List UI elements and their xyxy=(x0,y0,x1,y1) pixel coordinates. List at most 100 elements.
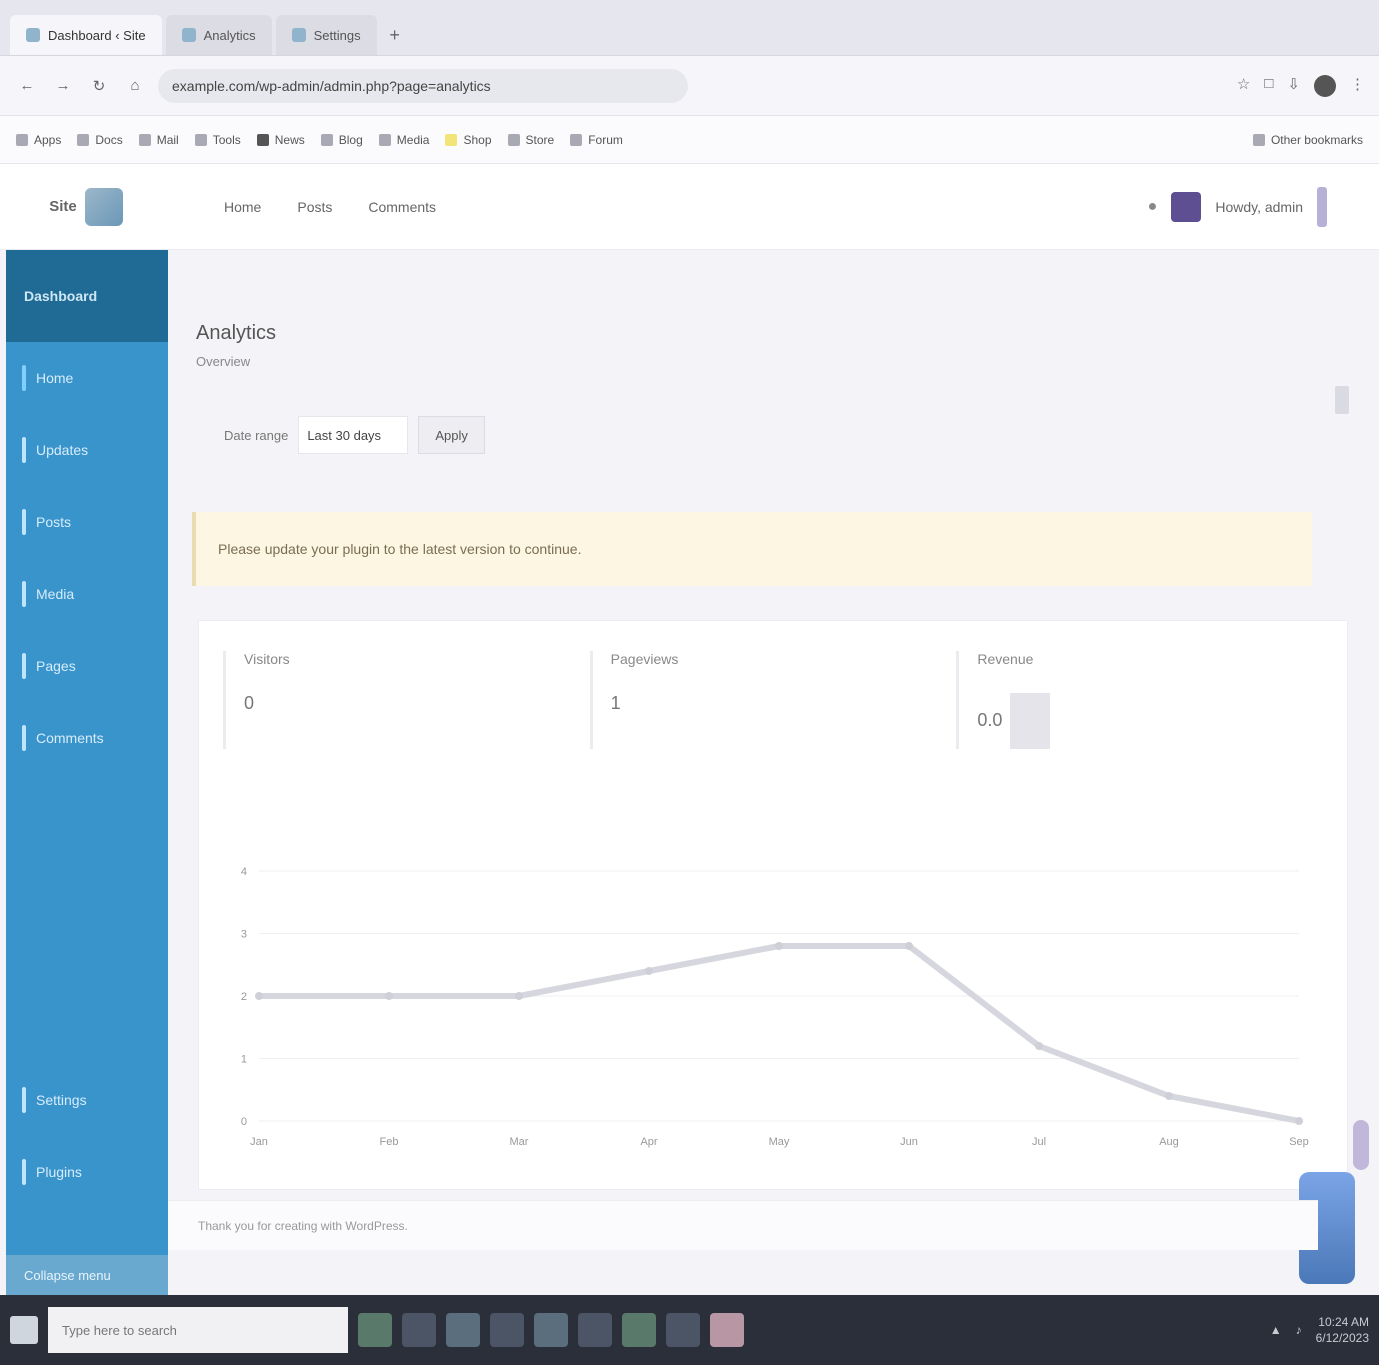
data-point[interactable] xyxy=(515,992,523,1000)
bookmarks-bar: Apps Docs Mail Tools News Blog Media Sho… xyxy=(0,116,1379,164)
avatar[interactable] xyxy=(1171,191,1202,222)
menu-marker-icon xyxy=(22,581,26,607)
bookmark-folder[interactable]: Other bookmarks xyxy=(1252,133,1363,147)
site-name: Site xyxy=(49,198,77,215)
notification-bell-icon[interactable]: ● xyxy=(1148,198,1158,216)
taskbar-app-icon[interactable] xyxy=(534,1313,568,1347)
x-tick-label: Aug xyxy=(1159,1136,1179,1148)
top-nav-comments[interactable]: Comments xyxy=(368,199,436,215)
bookmark-icon xyxy=(320,133,333,146)
stat-label: Visitors xyxy=(244,651,290,667)
menu-marker-icon xyxy=(22,509,26,535)
data-point[interactable] xyxy=(1035,1042,1043,1050)
x-tick-label: Jun xyxy=(900,1136,918,1148)
bookmark-item[interactable]: Shop xyxy=(445,133,492,147)
browser-tab[interactable]: Settings xyxy=(275,15,377,55)
admin-sidebar: Dashboard Home Updates Posts Media Pages… xyxy=(6,250,168,1295)
menu-marker-icon xyxy=(22,653,26,679)
sidebar-header[interactable]: Dashboard xyxy=(6,250,168,342)
sidebar-item-updates[interactable]: Updates xyxy=(6,414,168,486)
stat-value: 0 xyxy=(244,693,255,713)
top-nav: Home Posts Comments xyxy=(172,199,436,215)
taskbar-app-icon[interactable] xyxy=(710,1313,744,1347)
taskbar-app-icon[interactable] xyxy=(490,1313,524,1347)
address-bar-row: ← → ↻ ⌂ example.com/wp-admin/admin.php?p… xyxy=(0,56,1379,116)
apply-button[interactable]: Apply xyxy=(418,416,485,454)
bookmark-item[interactable]: Blog xyxy=(320,133,363,147)
data-point[interactable] xyxy=(255,992,263,1000)
browser-tab-title: Dashboard ‹ Site xyxy=(48,27,146,43)
main-content: Analytics Overview Date range Apply Plea… xyxy=(168,250,1379,1295)
browser-tab-active[interactable]: Dashboard ‹ Site xyxy=(10,15,162,55)
sidebar-item-settings[interactable]: Settings xyxy=(6,1064,168,1136)
home-icon[interactable]: ⌂ xyxy=(122,73,148,99)
sidebar-item-pages[interactable]: Pages xyxy=(6,630,168,702)
date-range-input[interactable] xyxy=(298,416,409,454)
sidebar-item-media[interactable]: Media xyxy=(6,558,168,630)
bookmark-icon xyxy=(570,133,583,146)
bookmark-item[interactable]: News xyxy=(256,133,305,147)
sidebar-item-plugins[interactable]: Plugins xyxy=(6,1136,168,1208)
taskbar-app-icon[interactable] xyxy=(578,1313,612,1347)
taskbar-app-icon[interactable] xyxy=(402,1313,436,1347)
sidebar-item-comments[interactable]: Comments xyxy=(6,702,168,774)
star-icon[interactable]: ☆ xyxy=(1237,75,1250,97)
bookmark-item[interactable]: Tools xyxy=(194,133,241,147)
download-icon[interactable]: ⇩ xyxy=(1287,75,1300,97)
data-point[interactable] xyxy=(775,942,783,950)
data-point[interactable] xyxy=(1295,1117,1303,1125)
x-tick-label: Jan xyxy=(250,1136,268,1148)
browser-tab-title: Settings xyxy=(313,27,361,43)
bookmark-item[interactable]: Forum xyxy=(570,133,623,147)
taskbar-search-input[interactable]: Type here to search xyxy=(48,1307,348,1353)
taskbar-app-icon[interactable] xyxy=(622,1313,656,1347)
site-logo[interactable]: Site xyxy=(0,164,172,250)
url-bar[interactable]: example.com/wp-admin/admin.php?page=anal… xyxy=(158,68,688,103)
sidebar-item-home[interactable]: Home xyxy=(6,342,168,414)
stat-revenue: Revenue 0.0 xyxy=(956,651,1323,749)
bookmark-item[interactable]: Apps xyxy=(16,133,61,147)
data-point[interactable] xyxy=(1165,1092,1173,1100)
data-point[interactable] xyxy=(645,967,653,975)
kebab-menu-icon[interactable]: ⋮ xyxy=(1350,75,1365,97)
folder-icon xyxy=(1252,133,1265,146)
bookmark-item[interactable]: Mail xyxy=(138,133,179,147)
bookmark-icon xyxy=(16,133,28,146)
data-point[interactable] xyxy=(905,942,913,950)
screen-options-icon[interactable] xyxy=(1335,386,1349,414)
scrollbar-thumb[interactable] xyxy=(1353,1120,1369,1170)
forward-arrow-icon[interactable]: → xyxy=(50,73,76,99)
windows-start-icon[interactable] xyxy=(10,1316,38,1344)
data-point[interactable] xyxy=(385,992,393,1000)
browser-tab[interactable]: Analytics xyxy=(165,15,272,55)
bookmark-item[interactable]: Store xyxy=(507,133,554,147)
collapse-menu-button[interactable]: Collapse menu xyxy=(6,1255,168,1295)
top-nav-home[interactable]: Home xyxy=(224,199,261,215)
taskbar-app-icon[interactable] xyxy=(446,1313,480,1347)
profile-icon[interactable] xyxy=(1314,74,1336,97)
menu-toggle-icon[interactable] xyxy=(1317,186,1327,227)
wifi-icon[interactable]: ▲ xyxy=(1270,1323,1282,1337)
line-chart-svg: 4 3 2 1 0Jan Feb Mar Apr May Jun Jul Aug Sep xyxy=(241,866,1309,1148)
update-notice: Please update your plugin to the latest … xyxy=(192,512,1312,586)
howdy-label[interactable]: Howdy, admin xyxy=(1215,199,1303,215)
top-nav-posts[interactable]: Posts xyxy=(297,199,332,215)
back-arrow-icon[interactable]: ← xyxy=(14,73,40,99)
system-tray: ▲ ♪ 10:24 AM 6/12/2023 xyxy=(1270,1314,1369,1346)
menu-marker-icon xyxy=(22,1159,26,1185)
stat-value: 1 xyxy=(610,693,621,713)
taskbar-app-icon[interactable] xyxy=(358,1313,392,1347)
bookmark-item[interactable]: Docs xyxy=(77,133,123,147)
reload-icon[interactable]: ↻ xyxy=(86,73,112,99)
browser-tab-title: Analytics xyxy=(203,27,256,43)
extension-icon[interactable]: □ xyxy=(1264,75,1273,97)
menu-marker-icon xyxy=(22,1087,26,1113)
taskbar-clock[interactable]: 10:24 AM 6/12/2023 xyxy=(1316,1314,1369,1346)
menu-marker-icon xyxy=(22,437,26,463)
taskbar-app-icon[interactable] xyxy=(666,1313,700,1347)
bookmark-item[interactable]: Media xyxy=(378,133,429,147)
sidebar-item-posts[interactable]: Posts xyxy=(6,486,168,558)
volume-icon[interactable]: ♪ xyxy=(1296,1323,1302,1337)
new-tab-button[interactable]: + xyxy=(381,15,409,55)
admin-footer: Thank you for creating with WordPress. xyxy=(168,1200,1318,1250)
